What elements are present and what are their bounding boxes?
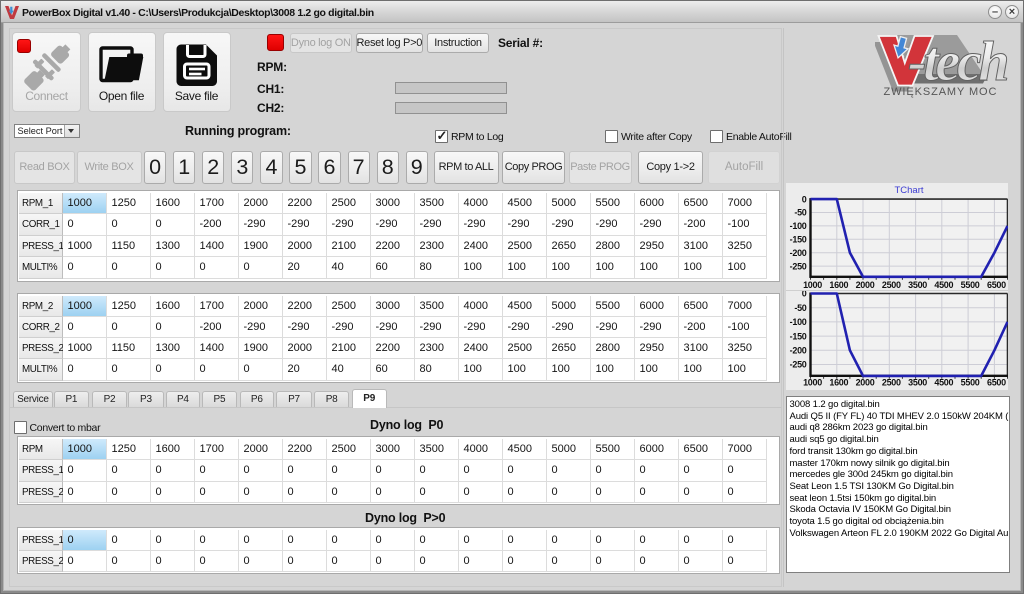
svg-text:6500: 6500 (986, 279, 1005, 289)
svg-text:4500: 4500 (934, 377, 953, 387)
svg-text:0: 0 (801, 194, 806, 204)
svg-text:3500: 3500 (908, 377, 927, 387)
svg-text:5500: 5500 (960, 377, 979, 387)
svg-text:4500: 4500 (934, 279, 953, 289)
svg-text:0: 0 (801, 291, 806, 299)
svg-text:-250: -250 (789, 359, 806, 369)
svg-text:-150: -150 (789, 331, 806, 341)
svg-text:TChart: TChart (894, 185, 923, 196)
svg-text:3500: 3500 (908, 279, 927, 289)
svg-text:-200: -200 (789, 345, 806, 355)
svg-text:2500: 2500 (881, 377, 900, 387)
svg-text:-tech: -tech (908, 31, 1007, 93)
svg-text:-150: -150 (789, 234, 806, 244)
svg-text:2000: 2000 (855, 279, 874, 289)
svg-text:-100: -100 (789, 317, 806, 327)
svg-text:1600: 1600 (829, 377, 848, 387)
svg-text:1600: 1600 (829, 279, 848, 289)
svg-text:-50: -50 (794, 207, 806, 217)
svg-text:5500: 5500 (960, 279, 979, 289)
svg-text:-50: -50 (794, 302, 806, 312)
svg-text:1000: 1000 (803, 377, 822, 387)
svg-text:-200: -200 (789, 247, 806, 257)
svg-text:1000: 1000 (803, 279, 822, 289)
svg-text:2000: 2000 (855, 377, 874, 387)
svg-text:-250: -250 (789, 261, 806, 271)
svg-text:6500: 6500 (986, 377, 1005, 387)
svg-text:-100: -100 (789, 221, 806, 231)
svg-text:2500: 2500 (881, 279, 900, 289)
